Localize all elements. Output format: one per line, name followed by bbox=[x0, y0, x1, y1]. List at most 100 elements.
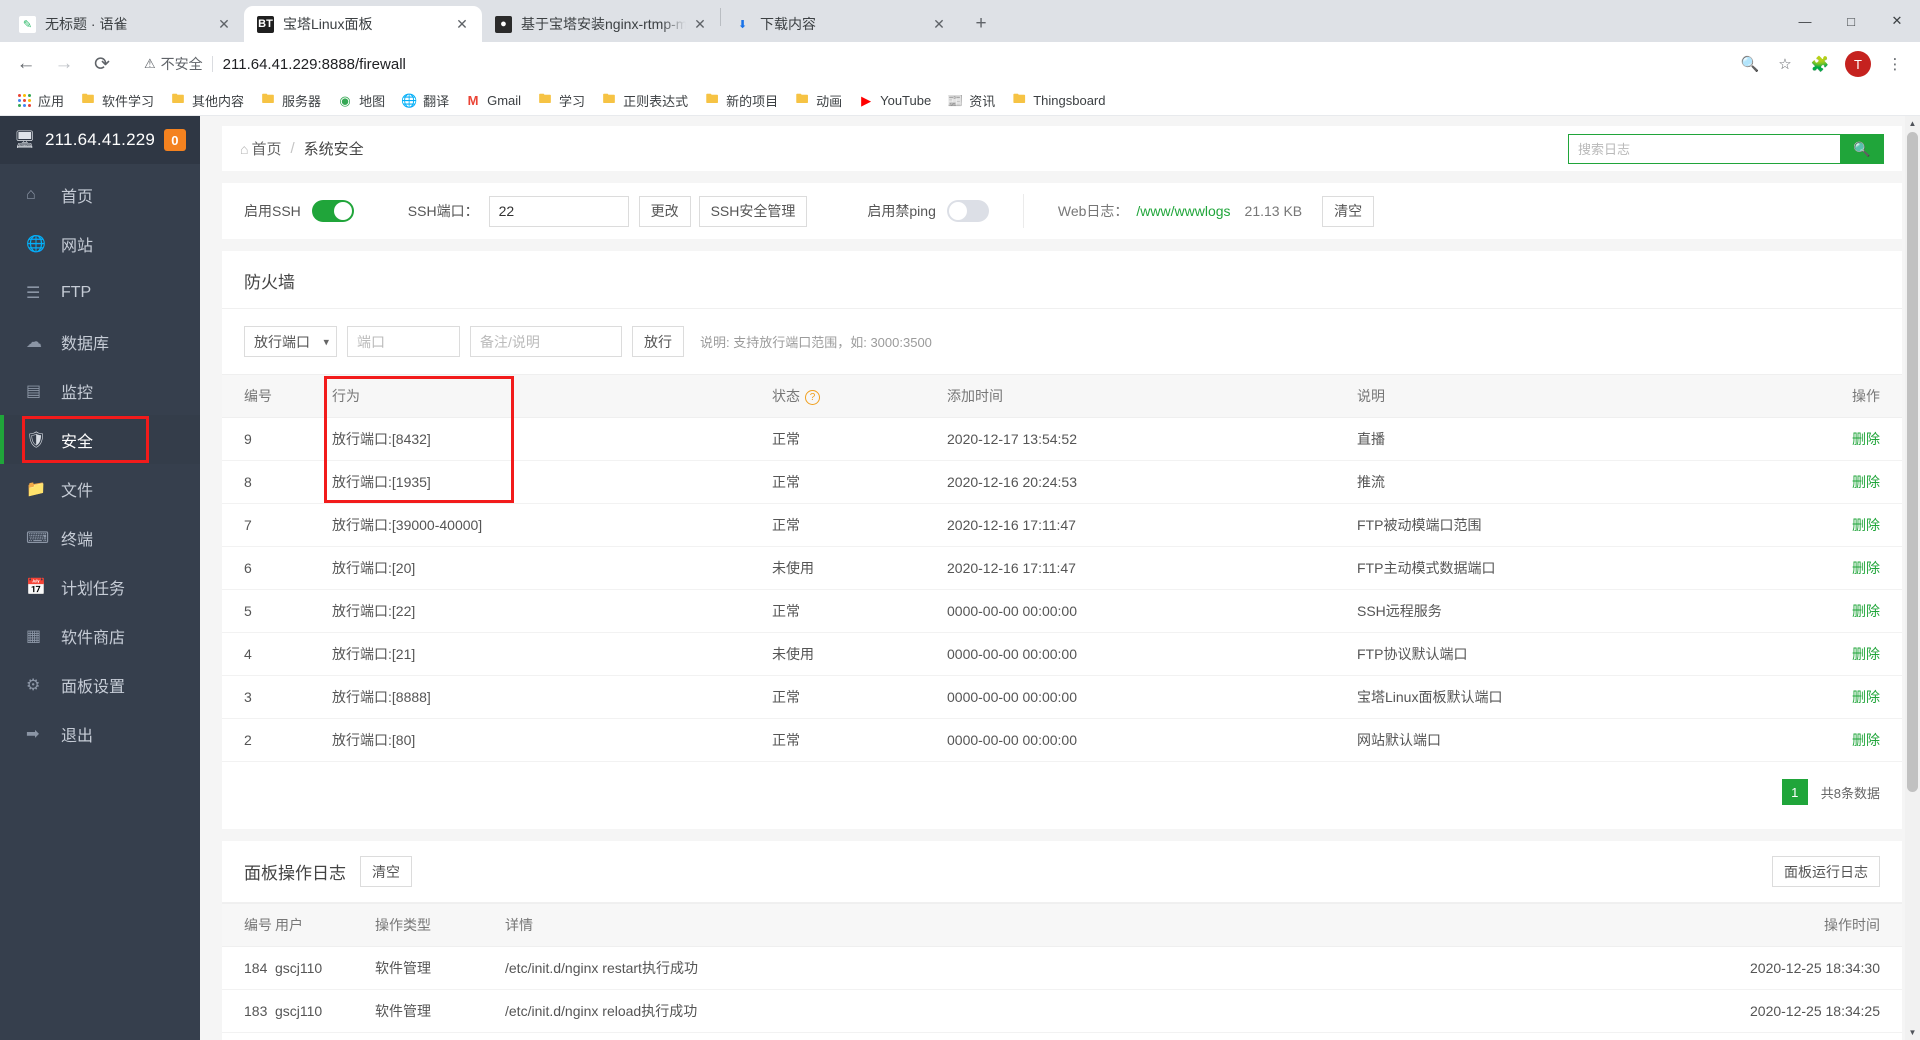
sidebar-item-ftp[interactable]: ☰ FTP bbox=[0, 268, 200, 317]
bookmark-2[interactable]: 🖿 其他内容 bbox=[162, 89, 252, 113]
bookmark-1[interactable]: 🖿 软件学习 bbox=[72, 89, 162, 113]
profile-avatar[interactable]: T bbox=[1845, 51, 1871, 77]
table-row[interactable]: 5 放行端口:[22] 正常 0000-00-00 00:00:00 SSH远程… bbox=[222, 589, 1902, 633]
table-row[interactable]: 8 放行端口:[1935] 正常 2020-12-16 20:24:53 推流 … bbox=[222, 460, 1902, 504]
sidebar-item-logout[interactable]: ➡ 退出 bbox=[0, 709, 200, 758]
reload-button[interactable]: ⟳ bbox=[86, 48, 118, 80]
close-icon[interactable]: ✕ bbox=[452, 14, 472, 34]
page-button-1[interactable]: 1 bbox=[1781, 779, 1808, 805]
extensions-puzzle-icon[interactable]: 🧩 bbox=[1805, 49, 1835, 79]
browser-tab-2[interactable]: ● 基于宝塔安装nginx-rtmp-modu ✕ bbox=[482, 6, 720, 42]
sidebar-item-files[interactable]: 📁 文件 bbox=[0, 464, 200, 513]
cell-status: 正常 bbox=[772, 417, 947, 461]
bookmark-9[interactable]: 🖿 新的项目 bbox=[696, 89, 786, 113]
browser-tab-0[interactable]: ✎ 无标题 · 语雀 ✕ bbox=[6, 6, 244, 42]
apps-grid-icon bbox=[16, 93, 32, 109]
sidebar-header[interactable]: 🖥 211.64.41.229 0 bbox=[0, 116, 200, 164]
change-port-button[interactable]: 更改 bbox=[638, 195, 691, 227]
sidebar-item-settings[interactable]: ⚙ 面板设置 bbox=[0, 660, 200, 709]
cell-desc: FTP主动模式数据端口 bbox=[1357, 546, 1792, 590]
not-secure-warning-icon[interactable]: ⚠ bbox=[144, 56, 156, 72]
bookmark-11[interactable]: ▶ YouTube bbox=[850, 89, 939, 113]
table-row[interactable]: 7 放行端口:[39000-40000] 正常 2020-12-16 17:11… bbox=[222, 503, 1902, 547]
table-row[interactable]: 6 放行端口:[20] 未使用 2020-12-16 17:11:47 FTP主… bbox=[222, 546, 1902, 590]
scrollbar-thumb[interactable] bbox=[1907, 132, 1918, 792]
new-tab-button[interactable]: + bbox=[965, 8, 997, 40]
table-row[interactable]: 4 放行端口:[21] 未使用 0000-00-00 00:00:00 FTP协… bbox=[222, 632, 1902, 676]
tab-title: 下载内容 bbox=[760, 16, 816, 32]
delete-link[interactable]: 删除 bbox=[1852, 517, 1880, 533]
close-icon[interactable]: ✕ bbox=[929, 14, 949, 34]
three-dot-menu-icon[interactable]: ⋮ bbox=[1880, 49, 1910, 79]
page-scrollbar[interactable]: ▲ ▼ bbox=[1905, 116, 1920, 1040]
maximize-button[interactable]: □ bbox=[1828, 0, 1874, 42]
minimize-button[interactable]: — bbox=[1782, 0, 1828, 42]
disable-ping-toggle[interactable] bbox=[946, 200, 989, 222]
search-button[interactable]: 🔍 bbox=[1840, 134, 1884, 164]
scroll-down-arrow[interactable]: ▼ bbox=[1905, 1025, 1920, 1040]
forward-button[interactable]: → bbox=[48, 48, 80, 80]
table-row[interactable]: 184 gscj110 软件管理 /etc/init.d/nginx resta… bbox=[222, 946, 1902, 990]
browser-tab-3[interactable]: ⬇ 下载内容 ✕ bbox=[721, 6, 959, 42]
zoom-icon[interactable]: 🔍 bbox=[1735, 49, 1765, 79]
firewall-action-select[interactable]: 放行端口 bbox=[244, 326, 337, 357]
bookmark-5[interactable]: 🌐 翻译 bbox=[393, 89, 457, 113]
table-row[interactable]: 3 放行端口:[8888] 正常 0000-00-00 00:00:00 宝塔L… bbox=[222, 675, 1902, 719]
logout-icon: ➡ bbox=[26, 725, 40, 743]
delete-link[interactable]: 删除 bbox=[1852, 646, 1880, 662]
bookmark-7[interactable]: 🖿 学习 bbox=[529, 89, 593, 113]
bt-icon: BT bbox=[257, 15, 274, 33]
security-label: 不安全 bbox=[160, 56, 203, 72]
notification-badge[interactable]: 0 bbox=[164, 129, 186, 151]
cell-id: 5 bbox=[222, 589, 332, 633]
sidebar-item-home[interactable]: ⌂ 首页 bbox=[0, 170, 200, 219]
breadcrumb-home[interactable]: 首页 bbox=[251, 138, 281, 159]
panel-run-log-button[interactable]: 面板运行日志 bbox=[1772, 856, 1880, 887]
browser-tab-1[interactable]: BT 宝塔Linux面板 ✕ bbox=[244, 6, 482, 42]
bookmark-4[interactable]: ◉ 地图 bbox=[329, 89, 393, 113]
sidebar-item-security[interactable]: 🛡 安全 bbox=[0, 415, 200, 464]
bookmark-6[interactable]: M Gmail bbox=[457, 89, 529, 113]
delete-link[interactable]: 删除 bbox=[1852, 732, 1880, 748]
bookmark-3[interactable]: 🖿 服务器 bbox=[252, 89, 329, 113]
sidebar-item-website[interactable]: 🌐 网站 bbox=[0, 219, 200, 268]
ssh-security-manage-button[interactable]: SSH安全管理 bbox=[698, 195, 808, 227]
bookmark-apps[interactable]: 应用 bbox=[8, 89, 72, 113]
search-input[interactable] bbox=[1568, 134, 1840, 164]
bookmark-12[interactable]: 📰 资讯 bbox=[939, 89, 1003, 113]
allow-submit-button[interactable]: 放行 bbox=[632, 326, 684, 357]
back-button[interactable]: ← bbox=[10, 48, 42, 80]
bookmark-13[interactable]: 🖿 Thingsboard bbox=[1003, 89, 1113, 113]
note-input[interactable] bbox=[470, 326, 622, 357]
bookmark-star-icon[interactable]: ☆ bbox=[1770, 49, 1800, 79]
question-mark-icon[interactable]: ? bbox=[805, 389, 820, 405]
enable-ssh-toggle[interactable] bbox=[311, 200, 354, 222]
scroll-up-arrow[interactable]: ▲ bbox=[1905, 116, 1920, 131]
sidebar-item-monitor[interactable]: ▤ 监控 bbox=[0, 366, 200, 415]
browser-toolbar: ← → ⟳ ⚠ 不安全 211.64.41.229:8888/firewall … bbox=[0, 42, 1920, 86]
table-row[interactable]: 9 放行端口:[8432] 正常 2020-12-17 13:54:52 直播 … bbox=[222, 417, 1902, 461]
clear-weblog-button[interactable]: 清空 bbox=[1322, 195, 1375, 227]
port-input[interactable] bbox=[347, 326, 460, 357]
bookmark-10[interactable]: 🖿 动画 bbox=[786, 89, 850, 113]
close-icon[interactable]: ✕ bbox=[690, 14, 710, 34]
weblog-path-link[interactable]: /www/wwwlogs bbox=[1136, 203, 1230, 219]
table-row[interactable]: 183 gscj110 软件管理 /etc/init.d/nginx reloa… bbox=[222, 989, 1902, 1033]
table-row[interactable]: 182 gscj110 文件管理 文件[/www/server/nginx/co… bbox=[222, 1032, 1902, 1040]
ssh-port-input[interactable] bbox=[488, 195, 629, 227]
clear-log-button[interactable]: 清空 bbox=[360, 856, 412, 887]
delete-link[interactable]: 删除 bbox=[1852, 603, 1880, 619]
window-close-button[interactable]: ✕ bbox=[1874, 0, 1920, 42]
sidebar-item-terminal[interactable]: ⌨ 终端 bbox=[0, 513, 200, 562]
delete-link[interactable]: 删除 bbox=[1852, 560, 1880, 576]
sidebar-item-database[interactable]: ☁ 数据库 bbox=[0, 317, 200, 366]
close-icon[interactable]: ✕ bbox=[214, 14, 234, 34]
table-row[interactable]: 2 放行端口:[80] 正常 0000-00-00 00:00:00 网站默认端… bbox=[222, 718, 1902, 762]
delete-link[interactable]: 删除 bbox=[1852, 474, 1880, 490]
sidebar-item-crontab[interactable]: 📅 计划任务 bbox=[0, 562, 200, 611]
delete-link[interactable]: 删除 bbox=[1852, 689, 1880, 705]
delete-link[interactable]: 删除 bbox=[1852, 431, 1880, 447]
address-bar[interactable]: ⚠ 不安全 211.64.41.229:8888/firewall bbox=[132, 49, 1722, 79]
sidebar-item-appstore[interactable]: ▦ 软件商店 bbox=[0, 611, 200, 660]
bookmark-8[interactable]: 🖿 正则表达式 bbox=[593, 89, 696, 113]
